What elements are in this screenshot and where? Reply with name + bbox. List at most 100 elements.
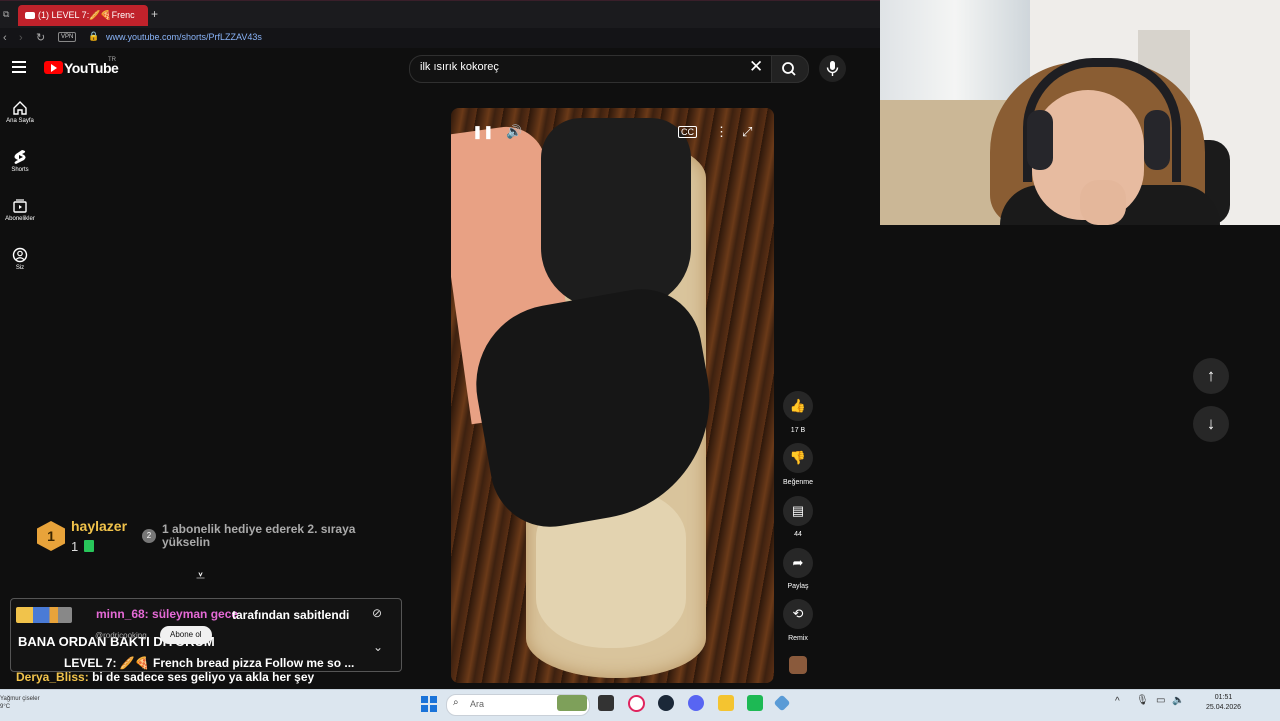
file-explorer-icon[interactable] <box>718 695 734 711</box>
browser-tab[interactable]: (1) LEVEL 7:🥖🍕Frenc <box>18 5 148 26</box>
chat-username: Derya_Bliss: <box>16 670 89 684</box>
curtain-image <box>880 0 1030 110</box>
steam-icon[interactable] <box>658 695 674 711</box>
workspaces-icon[interactable]: ⧉ <box>3 9 9 20</box>
headset-earcup-image <box>1027 110 1053 170</box>
clock-date: 25.04.2026 <box>1206 704 1242 711</box>
chat-message: Derya_Bliss: bi de sadece ses geliyo ya … <box>16 670 314 684</box>
new-tab-button[interactable]: + <box>151 7 158 21</box>
system-clock[interactable]: 01:51 25.04.2026 <box>1206 693 1241 713</box>
taskbar-search-placeholder: Ara <box>470 699 485 709</box>
fullscreen-icon[interactable]: ⤢ <box>742 124 752 140</box>
share-icon: ➦ <box>792 555 804 570</box>
you-icon <box>12 247 28 263</box>
sidebar-item-label: Shorts <box>11 167 29 173</box>
microphone-tray-icon[interactable]: 🎙 <box>1136 695 1149 706</box>
video-caption: LEVEL 7: 🥖🍕 French bread pizza Follow me… <box>64 656 355 670</box>
arrow-up-icon: ↑ <box>1206 366 1216 385</box>
webcam-overlay <box>880 0 1280 225</box>
opera-browser-icon[interactable] <box>628 695 645 712</box>
sidebar-item-you[interactable]: Siz <box>0 247 40 271</box>
pinned-username: minn_68: süleyman gece <box>96 607 239 621</box>
address-bar: ‹ › ↻ VPN 🔒 www.youtube.com/shorts/PrfLZ… <box>0 28 880 48</box>
chat-text: bi de sadece ses geliyo ya akla her şey <box>92 670 315 684</box>
gift-icon <box>84 540 94 552</box>
like-button[interactable]: 👍 <box>783 391 813 421</box>
clear-search-icon[interactable]: ✕ <box>749 57 763 77</box>
voice-search-button[interactable] <box>819 55 846 82</box>
weather-condition: Yağmur çiseler <box>0 696 40 702</box>
lock-icon: 🔒 <box>88 31 100 41</box>
top-gifter-name: haylazer <box>71 518 128 534</box>
next-video-button[interactable]: ↓ <box>1193 406 1229 442</box>
weather-temperature: 9°C <box>0 704 11 710</box>
pause-icon[interactable]: ❚❚ <box>472 124 494 140</box>
reload-icon[interactable]: ↻ <box>36 31 45 45</box>
youtube-favicon-icon <box>25 12 35 20</box>
gloved-hand-image <box>541 118 691 308</box>
search-button[interactable] <box>771 55 809 83</box>
forward-icon[interactable]: › <box>19 31 23 45</box>
search-query: ilk ısırık kokoreç <box>420 61 499 73</box>
previous-video-button[interactable]: ↑ <box>1193 358 1229 394</box>
streamer-hand-image <box>1080 180 1126 225</box>
shorts-video-player[interactable]: ❚❚ 🔊 CC ⋮ ⤢ <box>451 108 774 683</box>
scroll-down-icon[interactable]: ⩡ <box>196 568 205 586</box>
sidebar-item-label: Abonelikler <box>5 216 35 222</box>
clock-time: 01:51 <box>1214 694 1233 701</box>
remix-label: Remix <box>788 635 808 642</box>
shorts-icon <box>14 150 26 164</box>
app-icon[interactable] <box>747 695 763 711</box>
tray-chevron-icon[interactable]: ^ <box>1115 696 1120 707</box>
url-field[interactable]: www.youtube.com/shorts/PrfLZZAV43s <box>106 32 262 42</box>
share-button[interactable]: ➦ <box>783 548 813 578</box>
comments-button[interactable]: ▤ <box>783 496 813 526</box>
youtube-logo-icon[interactable] <box>44 61 63 74</box>
sidebar-item-home[interactable]: Ana Sayfa <box>0 100 40 124</box>
arrow-down-icon: ↓ <box>1206 414 1216 433</box>
menu-icon[interactable] <box>12 61 26 76</box>
network-icon[interactable]: ▭ <box>1156 695 1165 706</box>
weather-widget[interactable]: Yağmur çiseler 9°C <box>0 695 40 711</box>
headset-earcup-image <box>1144 110 1170 170</box>
search-icon: ⌕ <box>453 697 459 708</box>
dislike-button[interactable]: 👎 <box>783 443 813 473</box>
windows-start-icon[interactable] <box>421 696 437 712</box>
browser-tab-bar: ⧉ (1) LEVEL 7:🥖🍕Frenc + <box>0 0 880 31</box>
like-count: 17 B <box>790 427 806 434</box>
dislike-label: Beğenme <box>783 479 813 486</box>
speaker-icon[interactable]: 🔈 <box>1172 695 1184 706</box>
search-highlight-icon <box>557 695 587 711</box>
unpin-icon[interactable]: ⊘ <box>372 606 382 620</box>
channel-avatar[interactable] <box>789 656 807 674</box>
remix-icon: ⟲ <box>792 606 804 621</box>
search-icon <box>782 62 796 76</box>
remix-button[interactable]: ⟲ <box>783 599 813 629</box>
back-icon[interactable]: ‹ <box>3 31 7 45</box>
subscribe-button[interactable]: Abone ol <box>160 626 212 644</box>
volume-icon[interactable]: 🔊 <box>506 124 522 140</box>
microphone-icon <box>826 61 839 76</box>
pinned-by-text: tarafından sabitlendi <box>232 608 350 622</box>
channel-handle: @rodricooking <box>95 631 147 640</box>
sidebar-item-label: Siz <box>15 265 25 271</box>
thumbs-up-icon: 👍 <box>789 398 807 413</box>
discord-icon[interactable] <box>688 695 704 711</box>
share-label: Paylaş <box>787 583 809 590</box>
sidebar-item-subscriptions[interactable]: Abonelikler <box>0 198 40 222</box>
task-view-icon[interactable] <box>598 695 614 711</box>
thumbs-down-icon: 👎 <box>789 450 807 465</box>
rank-2-badge: 2 <box>142 529 156 543</box>
subscriptions-icon <box>13 199 27 213</box>
comment-count: 44 <box>794 531 802 538</box>
more-options-icon[interactable]: ⋮ <box>715 124 728 140</box>
captions-icon[interactable]: CC <box>678 126 697 138</box>
user-badges-icon <box>16 607 72 623</box>
gift-upsell-text: 1 abonelik hediye ederek 2. sıraya yükse… <box>162 522 356 549</box>
expand-chevron-icon[interactable]: ⌄ <box>373 640 383 654</box>
sidebar-item-shorts[interactable]: Shorts <box>0 149 40 173</box>
top-gifter-count: 1 <box>71 539 79 554</box>
sidebar-item-label: Ana Sayfa <box>6 118 34 124</box>
vpn-badge[interactable]: VPN <box>58 32 77 42</box>
home-icon <box>13 101 27 115</box>
